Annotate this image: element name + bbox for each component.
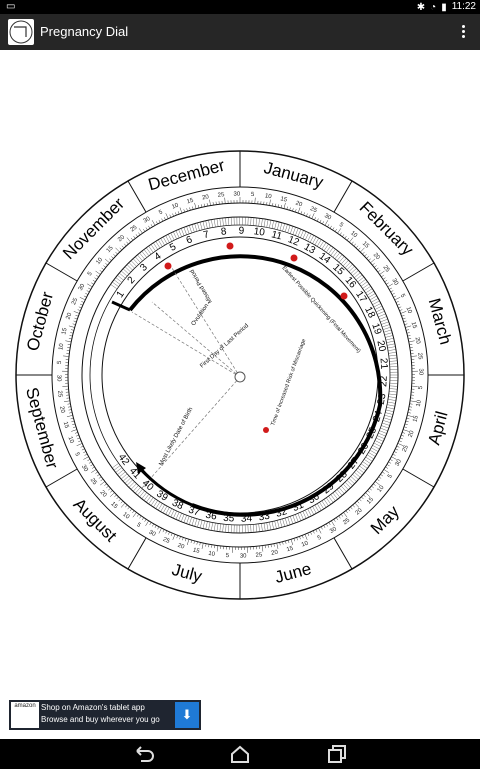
marker-week-16 — [341, 293, 348, 300]
ad-headline: Shop on Amazon's tablet app — [41, 703, 145, 712]
week-label: 9 — [239, 226, 245, 237]
overflow-menu-icon[interactable] — [460, 23, 466, 41]
recent-apps-icon[interactable] — [326, 743, 348, 765]
day-label: 30 — [240, 553, 247, 559]
status-bar: ▭ ✱ ◔ ▮ 11:22 — [0, 0, 480, 14]
day-label: 30 — [417, 368, 423, 375]
ad-subline: Browse and buy wherever you go — [41, 715, 160, 724]
day-label: 25 — [218, 192, 226, 199]
app-icon[interactable] — [8, 19, 34, 45]
home-icon[interactable] — [229, 743, 251, 765]
day-label: 30 — [233, 192, 240, 198]
back-icon[interactable] — [133, 743, 155, 765]
ad-banner[interactable]: amazon Shop on Amazon's tablet app Brows… — [9, 700, 201, 730]
marker-missed-period — [165, 263, 172, 270]
navigation-bar — [0, 739, 480, 769]
status-time: 11:22 — [452, 0, 476, 14]
download-icon[interactable]: ⬇ — [175, 702, 199, 728]
week-label: 10 — [253, 226, 266, 238]
dial-center — [235, 372, 245, 382]
pregnancy-dial[interactable]: JanuaryFebruaryMarchAprilMayJuneJulyAugu… — [12, 150, 468, 600]
marker-miscarriage — [263, 427, 269, 433]
action-bar: Pregnancy Dial — [0, 14, 480, 50]
wifi-icon: ◔ — [430, 2, 436, 13]
amazon-logo: amazon — [11, 702, 39, 728]
day-label: 25 — [56, 390, 63, 398]
screenshot-icon: ▭ — [6, 1, 15, 12]
day-label: 30 — [55, 375, 61, 382]
marker-week-8 — [227, 243, 234, 250]
day-label: 25 — [416, 353, 423, 361]
app-title: Pregnancy Dial — [40, 24, 128, 39]
battery-icon: ▮ — [441, 2, 447, 13]
marker-quickening — [291, 255, 298, 262]
bluetooth-icon: ✱ — [417, 2, 425, 13]
day-label: 25 — [255, 552, 263, 559]
